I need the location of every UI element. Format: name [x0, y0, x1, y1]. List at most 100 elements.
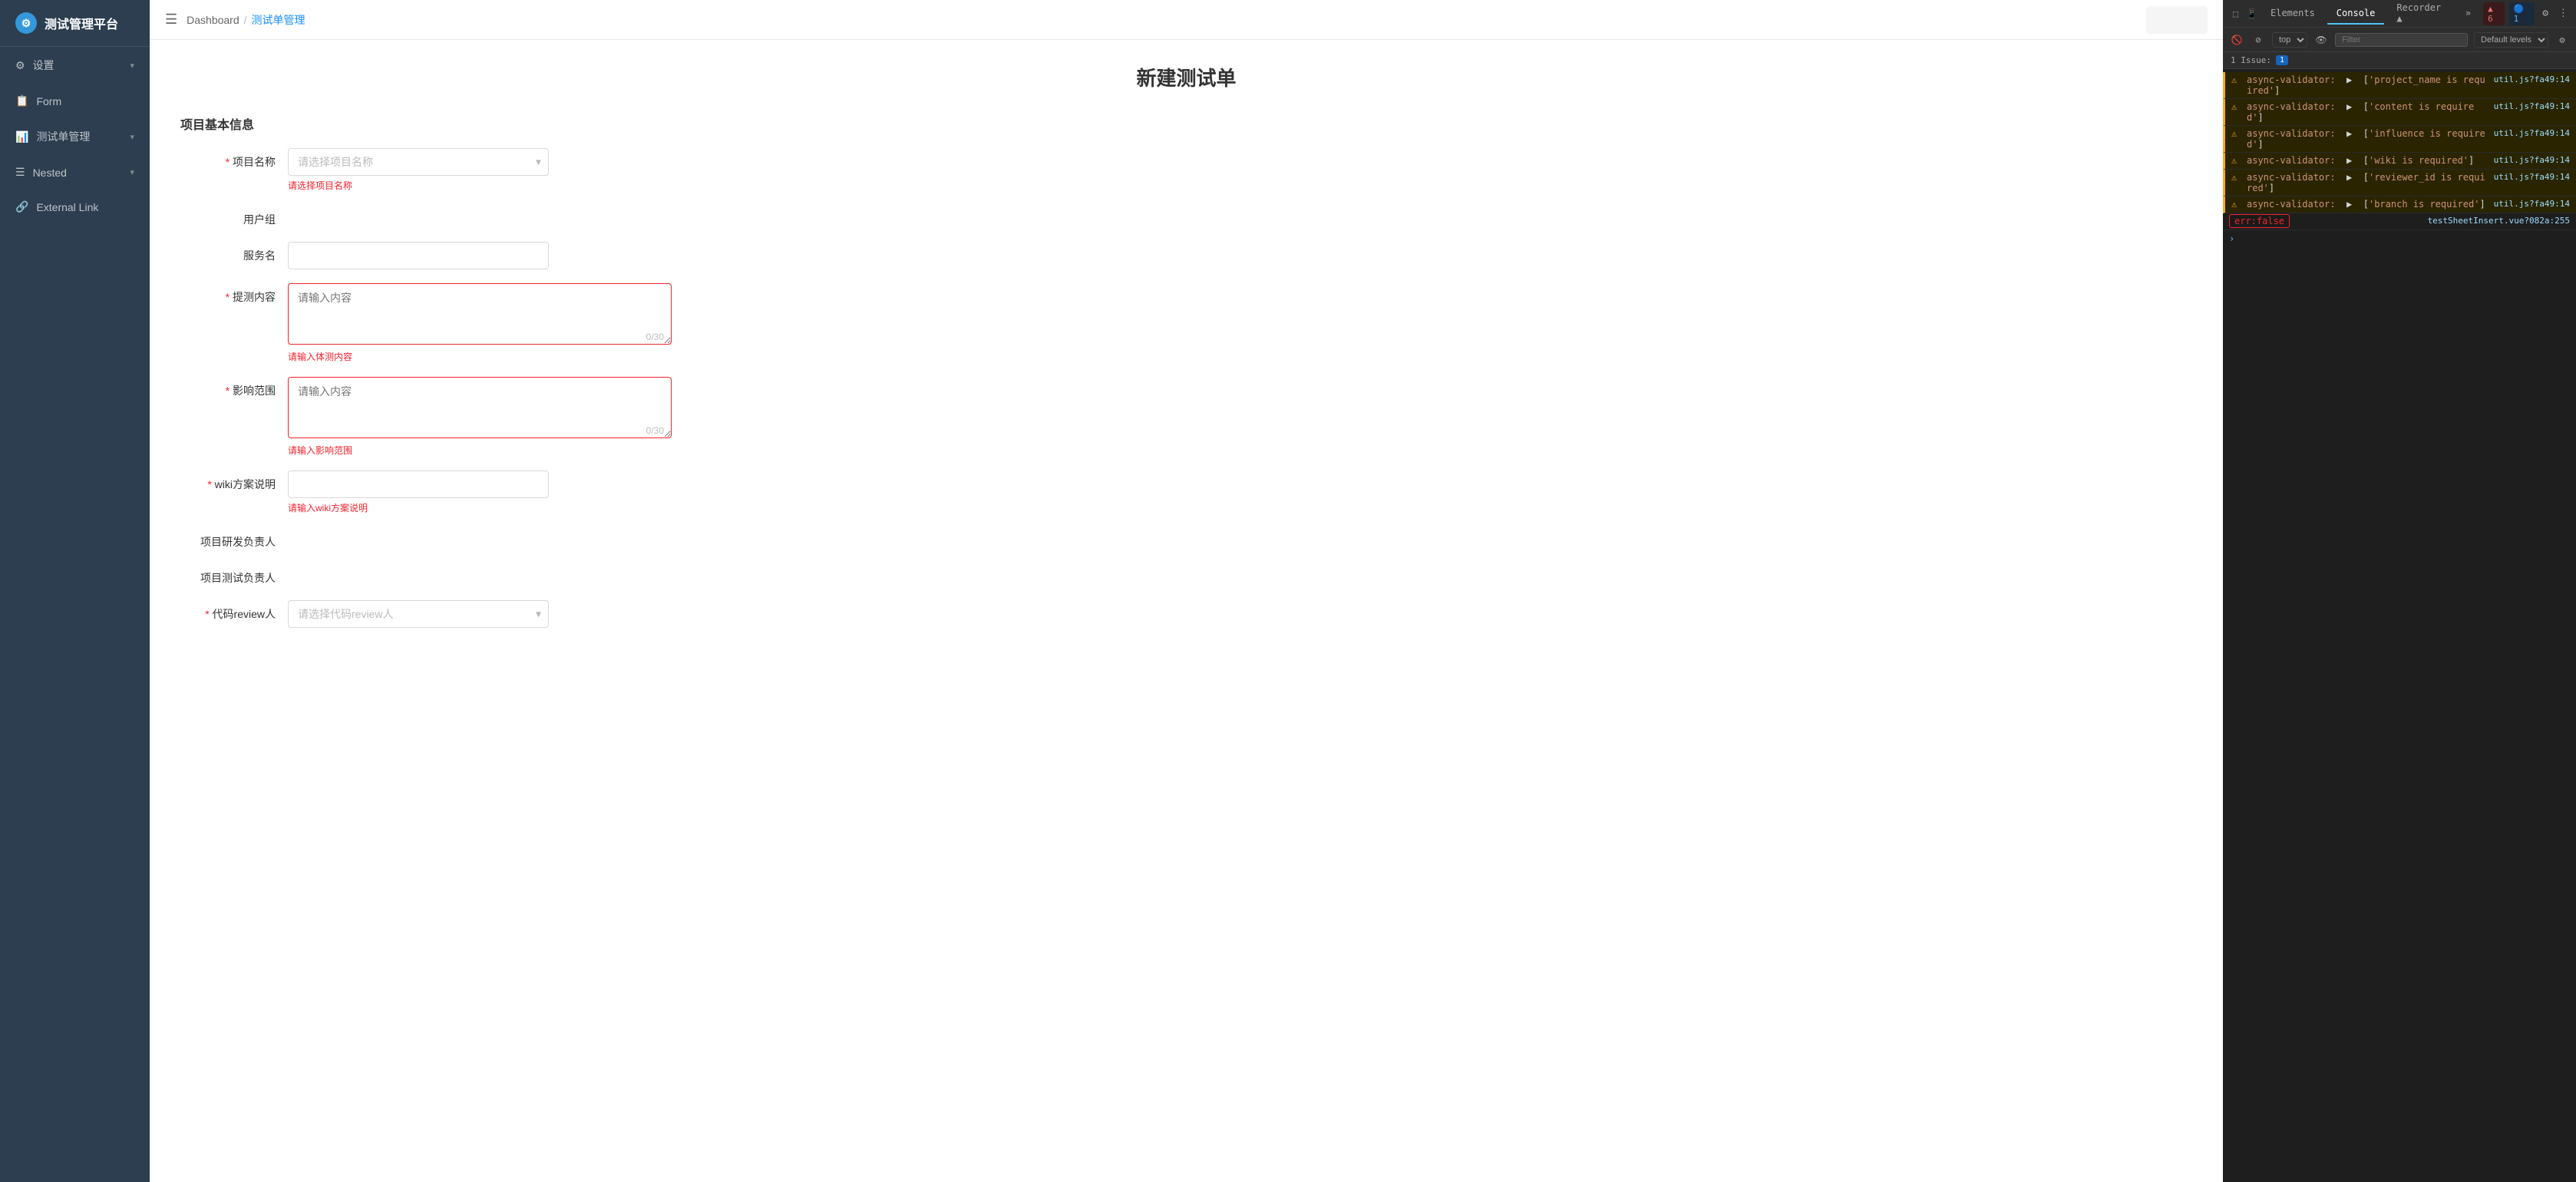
- file-link[interactable]: testSheetInsert.vue?082a:255: [2428, 216, 2570, 226]
- project-name-select[interactable]: 请选择项目名称: [288, 148, 549, 176]
- breadcrumb: Dashboard / 测试单管理: [187, 12, 305, 28]
- filter-input[interactable]: [2335, 33, 2468, 47]
- textarea-wrapper-influence: 0/30: [288, 377, 672, 441]
- nested-icon: ☰: [15, 166, 25, 179]
- form-row-test-owner: 项目测试负责人: [180, 564, 2192, 586]
- influence-count: 0/30: [646, 425, 664, 436]
- content-textarea[interactable]: [288, 283, 672, 345]
- console-text: async-validator: ▶ ['branch is required'…: [2247, 199, 2489, 210]
- wiki-input[interactable]: [288, 470, 549, 498]
- sidebar-item-form[interactable]: 📋 Form: [0, 84, 150, 118]
- warning-icon: ⚠: [2231, 155, 2242, 166]
- select-wrapper-reviewer: 请选择代码review人: [288, 600, 549, 628]
- form-row-dev-owner: 项目研发负责人: [180, 528, 2192, 550]
- console-line-err-false: err:false testSheetInsert.vue?082a:255: [2223, 213, 2576, 230]
- service-name-input[interactable]: [288, 242, 549, 269]
- file-link[interactable]: util.js?fa49:14: [2494, 74, 2570, 84]
- control-service-name: [288, 242, 672, 269]
- label-test-owner: 项目测试负责人: [196, 564, 288, 586]
- textarea-wrapper-content: 0/30: [288, 283, 672, 347]
- console-text: async-validator: ▶ ['reviewer_id is requ…: [2247, 172, 2489, 193]
- error-project-name: 请选择项目名称: [288, 179, 672, 192]
- form-icon: 📋: [15, 94, 28, 107]
- settings-gear-icon[interactable]: ⚙: [2555, 32, 2570, 48]
- external-link-icon: 🔗: [15, 200, 28, 213]
- devtools-more-icon[interactable]: ⋮: [2557, 5, 2570, 22]
- control-wiki: 请输入wiki方案说明: [288, 470, 672, 514]
- console-text: async-validator: ▶ ['content is required…: [2247, 101, 2489, 123]
- sidebar-item-label: 测试单管理: [36, 129, 90, 144]
- sidebar-item-nested[interactable]: ☰ Nested ▾: [0, 155, 150, 190]
- sidebar-item-label: 设置: [33, 58, 54, 73]
- error-wiki: 请输入wiki方案说明: [288, 501, 672, 514]
- logo-title: 测试管理平台: [45, 14, 118, 32]
- console-line: ⚠ async-validator: ▶ ['influence is requ…: [2223, 126, 2576, 153]
- sidebar-item-label: Nested: [33, 167, 67, 179]
- tab-elements[interactable]: Elements: [2261, 3, 2324, 25]
- control-project-name: 请选择项目名称 请选择项目名称: [288, 148, 672, 192]
- file-link[interactable]: util.js?fa49:14: [2494, 172, 2570, 182]
- err-false-badge: err:false: [2229, 214, 2290, 228]
- file-link[interactable]: util.js?fa49:14: [2494, 155, 2570, 165]
- console-line: ⚠ async-validator: ▶ ['branch is require…: [2223, 196, 2576, 213]
- chevron-down-icon: ▾: [130, 132, 134, 142]
- devtools-settings-icon[interactable]: ⚙: [2539, 5, 2552, 22]
- tab-more[interactable]: »: [2456, 3, 2480, 25]
- chevron-down-icon: ▾: [130, 61, 134, 71]
- file-link[interactable]: util.js?fa49:14: [2494, 199, 2570, 209]
- warning-icon: ⚠: [2231, 101, 2242, 112]
- devtools-panel: ⬚ 📱 Elements Console Recorder ▲ » ▲ 6 🔵 …: [2223, 0, 2576, 1182]
- form-row-user-group: 用户组: [180, 206, 2192, 228]
- clear-console-icon[interactable]: 🚫: [2229, 32, 2244, 48]
- devtools-inspect-icon[interactable]: ⬚: [2229, 6, 2242, 21]
- sidebar-item-settings[interactable]: ⚙ 设置 ▾: [0, 47, 150, 84]
- label-reviewer: 代码review人: [196, 600, 288, 622]
- warning-icon: ⚠: [2231, 172, 2242, 183]
- content-count: 0/30: [646, 332, 664, 342]
- issues-label: 1 Issue:: [2231, 55, 2271, 65]
- levels-select[interactable]: Default levels: [2474, 32, 2548, 48]
- label-influence: 影响范围: [196, 377, 288, 399]
- select-wrapper-project: 请选择项目名称: [288, 148, 549, 176]
- error-count-badge: ▲ 6: [2483, 2, 2505, 25]
- breadcrumb-home[interactable]: Dashboard: [187, 14, 239, 26]
- sidebar-logo: ⚙ 测试管理平台: [0, 0, 150, 47]
- test-manage-icon: 📊: [15, 130, 28, 144]
- console-text: async-validator: ▶ ['wiki is required']: [2247, 155, 2489, 166]
- warning-icon: ⚠: [2231, 199, 2242, 210]
- reviewer-select[interactable]: 请选择代码review人: [288, 600, 549, 628]
- sidebar-item-external-link[interactable]: 🔗 External Link: [0, 190, 150, 224]
- sidebar: ⚙ 测试管理平台 ⚙ 设置 ▾ 📋 Form 📊 测试单管理 ▾ ☰ Neste…: [0, 0, 150, 1182]
- warning-icon: ⚠: [2231, 128, 2242, 139]
- filter-icon[interactable]: ⊘: [2251, 32, 2266, 48]
- control-reviewer: 请选择代码review人: [288, 600, 672, 628]
- hamburger-icon[interactable]: ☰: [165, 12, 177, 28]
- console-line: ⚠ async-validator: ▶ ['project_name is r…: [2223, 72, 2576, 99]
- issues-count-badge: 1: [2276, 55, 2288, 65]
- devtools-console: ⚠ async-validator: ▶ ['project_name is r…: [2223, 69, 2576, 1182]
- settings-icon: ⚙: [15, 59, 25, 72]
- console-line: ⚠ async-validator: ▶ ['reviewer_id is re…: [2223, 170, 2576, 196]
- label-wiki: wiki方案说明: [196, 470, 288, 493]
- eye-icon[interactable]: 👁: [2313, 32, 2329, 48]
- label-service-name: 服务名: [196, 242, 288, 264]
- console-prompt: ›: [2223, 230, 2576, 247]
- breadcrumb-current[interactable]: 测试单管理: [252, 12, 305, 28]
- label-project-name: 项目名称: [196, 148, 288, 170]
- sidebar-item-label: Form: [36, 95, 61, 107]
- tab-console[interactable]: Console: [2327, 3, 2385, 25]
- page-content: 新建测试单 项目基本信息 项目名称 请选择项目名称 请选择项目名称 用户组 服务…: [150, 40, 2223, 1182]
- error-content: 请输入体测内容: [288, 350, 672, 363]
- tab-recorder[interactable]: Recorder ▲: [2387, 0, 2452, 30]
- console-text: err:false: [2229, 216, 2423, 226]
- file-link[interactable]: util.js?fa49:14: [2494, 128, 2570, 138]
- devtools-device-icon[interactable]: 📱: [2245, 6, 2258, 21]
- context-select[interactable]: top: [2272, 32, 2307, 48]
- topbar: ☰ Dashboard / 测试单管理: [150, 0, 2223, 40]
- influence-textarea[interactable]: [288, 377, 672, 438]
- file-link[interactable]: util.js?fa49:14: [2494, 101, 2570, 111]
- topbar-right-area: [2146, 6, 2208, 34]
- console-line: ⚠ async-validator: ▶ ['content is requir…: [2223, 99, 2576, 126]
- sidebar-item-test-manage[interactable]: 📊 测试单管理 ▾: [0, 118, 150, 155]
- form-row-service-name: 服务名: [180, 242, 2192, 269]
